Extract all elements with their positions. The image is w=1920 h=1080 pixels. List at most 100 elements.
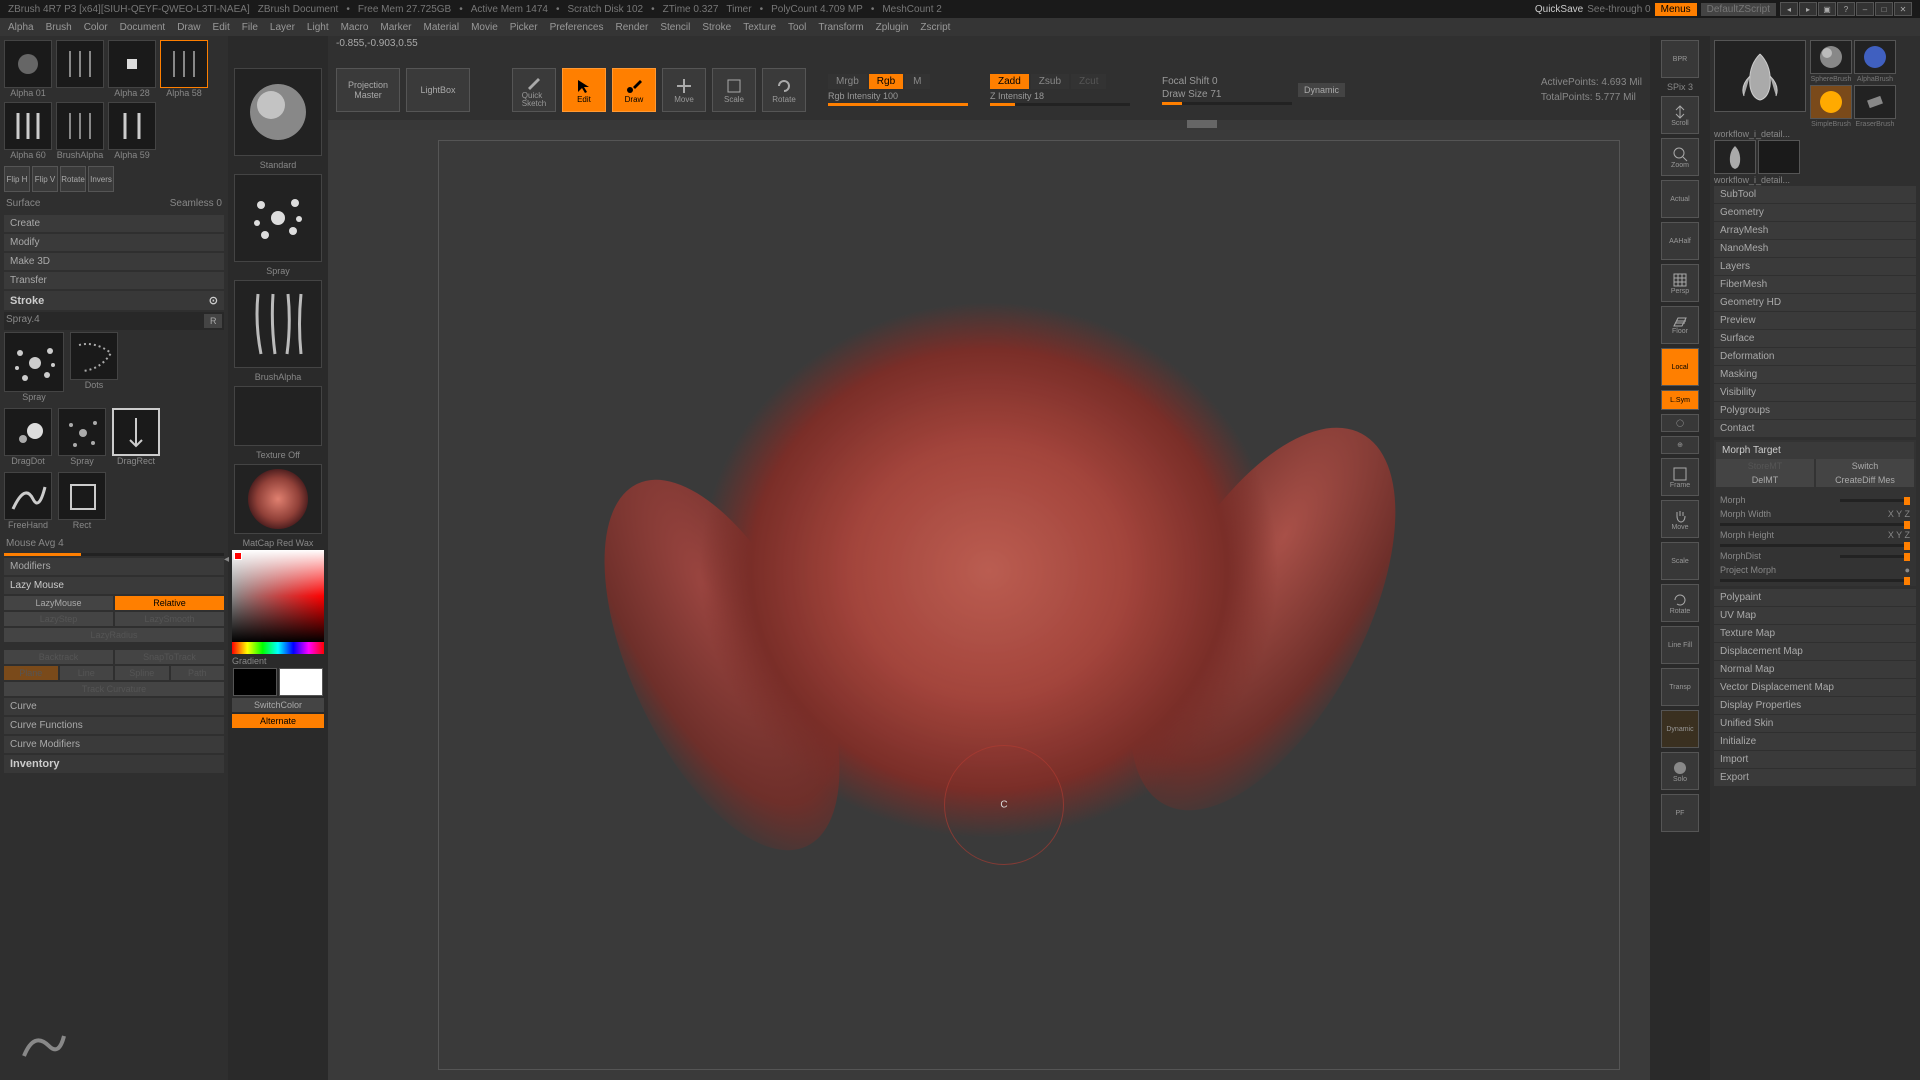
- dispmap-section[interactable]: Displacement Map: [1714, 643, 1916, 660]
- vectordisp-section[interactable]: Vector Displacement Map: [1714, 679, 1916, 696]
- rotate-button[interactable]: Rotate: [60, 166, 86, 192]
- tool-extra2-thumb[interactable]: [1758, 140, 1800, 174]
- collapse-icon[interactable]: ⊙: [209, 294, 218, 307]
- menu-material[interactable]: Material: [424, 22, 460, 33]
- win-prev-icon[interactable]: ◂: [1780, 2, 1798, 16]
- focal-shift-slider[interactable]: Focal Shift 0: [1162, 76, 1218, 87]
- deformation-section[interactable]: Deformation: [1714, 348, 1916, 365]
- move-button[interactable]: Move: [662, 68, 706, 112]
- win-dock-icon[interactable]: ▣: [1818, 2, 1836, 16]
- menu-draw[interactable]: Draw: [177, 22, 200, 33]
- morphheight-slider[interactable]: Morph Height: [1720, 530, 1774, 540]
- quicksketch-button[interactable]: Quick Sketch: [512, 68, 556, 112]
- m-button[interactable]: M: [905, 74, 929, 89]
- geometryhd-section[interactable]: Geometry HD: [1714, 294, 1916, 311]
- morphdist-slider[interactable]: MorphDist: [1720, 551, 1761, 561]
- rgb-button[interactable]: Rgb: [869, 74, 903, 89]
- viewport[interactable]: [328, 130, 1650, 1080]
- dot-icon[interactable]: ●: [1905, 565, 1910, 575]
- pf-button[interactable]: PF: [1661, 794, 1699, 832]
- backtrack-button[interactable]: Backtrack: [4, 650, 113, 664]
- menu-zplugin[interactable]: Zplugin: [876, 22, 909, 33]
- export-section[interactable]: Export: [1714, 769, 1916, 786]
- swatch-white[interactable]: [279, 668, 323, 696]
- menu-macro[interactable]: Macro: [341, 22, 369, 33]
- rail-scale-button[interactable]: Scale: [1661, 542, 1699, 580]
- alpha-thumb[interactable]: [4, 40, 52, 88]
- menu-light[interactable]: Light: [307, 22, 329, 33]
- dynamic-button[interactable]: Dynamic: [1298, 83, 1345, 97]
- win-next-icon[interactable]: ▸: [1799, 2, 1817, 16]
- stroke-header[interactable]: Stroke⊙: [4, 291, 224, 310]
- scale-button[interactable]: Scale: [712, 68, 756, 112]
- color-triangle-icon[interactable]: ◂: [224, 554, 229, 565]
- document-scrollbar[interactable]: [328, 120, 1650, 130]
- surface-section[interactable]: Surface: [1714, 330, 1916, 347]
- polygroups-section[interactable]: Polygroups: [1714, 402, 1916, 419]
- menu-render[interactable]: Render: [616, 22, 649, 33]
- curvefunc-section[interactable]: Curve Functions: [4, 717, 224, 734]
- curve-section[interactable]: Curve: [4, 698, 224, 715]
- material-thumb[interactable]: [234, 464, 322, 534]
- scroll-button[interactable]: Scroll: [1661, 96, 1699, 134]
- gradient-label[interactable]: Gradient: [232, 656, 324, 666]
- menu-transform[interactable]: Transform: [818, 22, 863, 33]
- flip-h-button[interactable]: Flip H: [4, 166, 30, 192]
- arraymesh-section[interactable]: ArrayMesh: [1714, 222, 1916, 239]
- brush-thumb[interactable]: [234, 68, 322, 156]
- menu-zscript[interactable]: Zscript: [920, 22, 950, 33]
- menu-texture[interactable]: Texture: [743, 22, 776, 33]
- alpha-preview-thumb[interactable]: [234, 280, 322, 368]
- morph-slider[interactable]: Morph: [1720, 495, 1746, 505]
- morphw-xyz[interactable]: X Y Z: [1888, 509, 1910, 519]
- lsym-button[interactable]: L.Sym: [1661, 390, 1699, 410]
- tool-current-thumb[interactable]: [1714, 40, 1806, 112]
- draw-button[interactable]: Draw: [612, 68, 656, 112]
- z-intensity-slider[interactable]: Z Intensity 18: [990, 91, 1044, 101]
- menus-toggle[interactable]: Menus: [1655, 3, 1697, 16]
- visibility-section[interactable]: Visibility: [1714, 384, 1916, 401]
- uvmap-section[interactable]: UV Map: [1714, 607, 1916, 624]
- menu-stencil[interactable]: Stencil: [660, 22, 690, 33]
- seethrough-slider[interactable]: See-through 0: [1587, 4, 1650, 15]
- aahalf-button[interactable]: AAHalf: [1661, 222, 1699, 260]
- menu-edit[interactable]: Edit: [213, 22, 230, 33]
- line-button[interactable]: Line: [60, 666, 114, 680]
- zadd-button[interactable]: Zadd: [990, 74, 1029, 89]
- bpr-button[interactable]: BPR: [1661, 40, 1699, 78]
- texture-thumb[interactable]: [234, 386, 322, 446]
- import-section[interactable]: Import: [1714, 751, 1916, 768]
- alternate-button[interactable]: Alternate: [232, 714, 324, 728]
- lazystep-slider[interactable]: LazyStep: [4, 612, 113, 626]
- alpha-thumb[interactable]: [56, 40, 104, 88]
- subtool-section[interactable]: SubTool: [1714, 186, 1916, 203]
- center-button[interactable]: ⊕: [1661, 436, 1699, 454]
- defaultscript-button[interactable]: DefaultZScript: [1701, 3, 1776, 16]
- transfer-section[interactable]: Transfer: [4, 272, 224, 289]
- menu-picker[interactable]: Picker: [510, 22, 538, 33]
- stroke-preview-thumb[interactable]: [234, 174, 322, 262]
- swatch-black[interactable]: [233, 668, 277, 696]
- stroke-r-button[interactable]: R: [204, 314, 222, 328]
- zoom-button[interactable]: Zoom: [1661, 138, 1699, 176]
- rail-move-button[interactable]: Move: [1661, 500, 1699, 538]
- menu-marker[interactable]: Marker: [380, 22, 411, 33]
- transp-button[interactable]: Transp: [1661, 668, 1699, 706]
- win-close-icon[interactable]: ✕: [1894, 2, 1912, 16]
- alpha-thumb[interactable]: [56, 102, 104, 150]
- switch-button[interactable]: Switch: [1816, 459, 1914, 473]
- seamless-slider[interactable]: Seamless 0: [170, 198, 222, 209]
- persp-button[interactable]: Persp: [1661, 264, 1699, 302]
- solo-button[interactable]: Solo: [1661, 752, 1699, 790]
- mrgb-button[interactable]: Mrgb: [828, 74, 867, 89]
- linefill-button[interactable]: Line Fill: [1661, 626, 1699, 664]
- alpha-thumb[interactable]: [4, 102, 52, 150]
- stroke-freehand-thumb[interactable]: [4, 472, 52, 520]
- frame-button[interactable]: Frame: [1661, 458, 1699, 496]
- nanomesh-section[interactable]: NanoMesh: [1714, 240, 1916, 257]
- stroke-dragdot-thumb[interactable]: [4, 408, 52, 456]
- menu-alpha[interactable]: Alpha: [8, 22, 34, 33]
- sculpt-model[interactable]: [564, 255, 1414, 955]
- snaptotrack-button[interactable]: SnapToTrack: [115, 650, 224, 664]
- plane-button[interactable]: Plane: [4, 666, 58, 680]
